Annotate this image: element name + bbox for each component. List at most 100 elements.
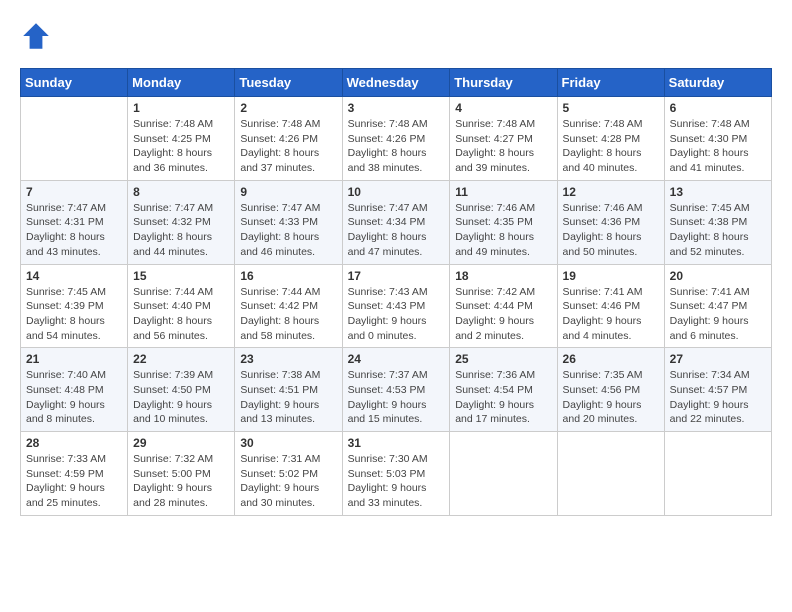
day-info: Sunrise: 7:46 AMSunset: 4:36 PMDaylight:…	[563, 201, 659, 260]
day-number: 8	[133, 185, 229, 199]
day-info: Sunrise: 7:45 AMSunset: 4:39 PMDaylight:…	[26, 285, 122, 344]
day-number: 14	[26, 269, 122, 283]
day-number: 9	[240, 185, 336, 199]
day-info: Sunrise: 7:48 AMSunset: 4:28 PMDaylight:…	[563, 117, 659, 176]
weekday-header-wednesday: Wednesday	[342, 69, 450, 97]
day-info: Sunrise: 7:47 AMSunset: 4:34 PMDaylight:…	[348, 201, 445, 260]
calendar-table: SundayMondayTuesdayWednesdayThursdayFrid…	[20, 68, 772, 516]
calendar-cell: 26 Sunrise: 7:35 AMSunset: 4:56 PMDayligh…	[557, 348, 664, 432]
day-info: Sunrise: 7:31 AMSunset: 5:02 PMDaylight:…	[240, 452, 336, 511]
day-number: 6	[670, 101, 766, 115]
day-info: Sunrise: 7:48 AMSunset: 4:26 PMDaylight:…	[240, 117, 336, 176]
calendar-cell: 25 Sunrise: 7:36 AMSunset: 4:54 PMDayligh…	[450, 348, 557, 432]
day-number: 11	[455, 185, 551, 199]
day-number: 18	[455, 269, 551, 283]
day-info: Sunrise: 7:48 AMSunset: 4:26 PMDaylight:…	[348, 117, 445, 176]
weekday-header-sunday: Sunday	[21, 69, 128, 97]
weekday-header-thursday: Thursday	[450, 69, 557, 97]
day-info: Sunrise: 7:42 AMSunset: 4:44 PMDaylight:…	[455, 285, 551, 344]
day-info: Sunrise: 7:30 AMSunset: 5:03 PMDaylight:…	[348, 452, 445, 511]
calendar-cell: 19Sunrise: 7:41 AMSunset: 4:46 PMDayligh…	[557, 264, 664, 348]
day-number: 17	[348, 269, 445, 283]
day-number: 25	[455, 352, 551, 366]
calendar-cell	[664, 432, 771, 516]
calendar-cell: 24 Sunrise: 7:37 AMSunset: 4:53 PMDayligh…	[342, 348, 450, 432]
day-info: Sunrise: 7:47 AMSunset: 4:31 PMDaylight:…	[26, 201, 122, 260]
calendar-cell: 8 Sunrise: 7:47 AMSunset: 4:32 PMDaylight…	[128, 180, 235, 264]
day-info: Sunrise: 7:39 AMSunset: 4:50 PMDaylight:…	[133, 368, 229, 427]
calendar-cell: 5 Sunrise: 7:48 AMSunset: 4:28 PMDaylight…	[557, 97, 664, 181]
weekday-header-row: SundayMondayTuesdayWednesdayThursdayFrid…	[21, 69, 772, 97]
day-info: Sunrise: 7:44 AMSunset: 4:42 PMDaylight:…	[240, 285, 336, 344]
logo-icon	[20, 20, 52, 52]
calendar-cell: 22 Sunrise: 7:39 AMSunset: 4:50 PMDayligh…	[128, 348, 235, 432]
calendar-cell: 16 Sunrise: 7:44 AMSunset: 4:42 PMDayligh…	[235, 264, 342, 348]
day-number: 22	[133, 352, 229, 366]
day-number: 16	[240, 269, 336, 283]
calendar-week-4: 21 Sunrise: 7:40 AMSunset: 4:48 PMDayligh…	[21, 348, 772, 432]
calendar-cell: 17 Sunrise: 7:43 AMSunset: 4:43 PMDayligh…	[342, 264, 450, 348]
day-info: Sunrise: 7:48 AMSunset: 4:25 PMDaylight:…	[133, 117, 229, 176]
day-number: 1	[133, 101, 229, 115]
weekday-header-saturday: Saturday	[664, 69, 771, 97]
day-info: Sunrise: 7:40 AMSunset: 4:48 PMDaylight:…	[26, 368, 122, 427]
calendar-cell: 2 Sunrise: 7:48 AMSunset: 4:26 PMDaylight…	[235, 97, 342, 181]
calendar-cell: 1 Sunrise: 7:48 AMSunset: 4:25 PMDaylight…	[128, 97, 235, 181]
day-number: 21	[26, 352, 122, 366]
day-info: Sunrise: 7:32 AMSunset: 5:00 PMDaylight:…	[133, 452, 229, 511]
calendar-cell: 23Sunrise: 7:38 AMSunset: 4:51 PMDayligh…	[235, 348, 342, 432]
day-number: 5	[563, 101, 659, 115]
calendar-cell: 11 Sunrise: 7:46 AMSunset: 4:35 PMDayligh…	[450, 180, 557, 264]
day-info: Sunrise: 7:47 AMSunset: 4:32 PMDaylight:…	[133, 201, 229, 260]
calendar-cell: 9 Sunrise: 7:47 AMSunset: 4:33 PMDaylight…	[235, 180, 342, 264]
calendar-cell: 3Sunrise: 7:48 AMSunset: 4:26 PMDaylight…	[342, 97, 450, 181]
calendar-cell: 28 Sunrise: 7:33 AMSunset: 4:59 PMDayligh…	[21, 432, 128, 516]
calendar-cell	[21, 97, 128, 181]
day-info: Sunrise: 7:45 AMSunset: 4:38 PMDaylight:…	[670, 201, 766, 260]
day-number: 23	[240, 352, 336, 366]
calendar-cell	[557, 432, 664, 516]
day-info: Sunrise: 7:34 AMSunset: 4:57 PMDaylight:…	[670, 368, 766, 427]
day-info: Sunrise: 7:36 AMSunset: 4:54 PMDaylight:…	[455, 368, 551, 427]
day-number: 10	[348, 185, 445, 199]
calendar-cell: 21 Sunrise: 7:40 AMSunset: 4:48 PMDayligh…	[21, 348, 128, 432]
calendar-cell: 31 Sunrise: 7:30 AMSunset: 5:03 PMDayligh…	[342, 432, 450, 516]
calendar-cell: 7 Sunrise: 7:47 AMSunset: 4:31 PMDaylight…	[21, 180, 128, 264]
day-number: 28	[26, 436, 122, 450]
calendar-cell: 15Sunrise: 7:44 AMSunset: 4:40 PMDayligh…	[128, 264, 235, 348]
calendar-cell: 6 Sunrise: 7:48 AMSunset: 4:30 PMDaylight…	[664, 97, 771, 181]
day-info: Sunrise: 7:43 AMSunset: 4:43 PMDaylight:…	[348, 285, 445, 344]
day-number: 26	[563, 352, 659, 366]
day-info: Sunrise: 7:48 AMSunset: 4:30 PMDaylight:…	[670, 117, 766, 176]
day-number: 13	[670, 185, 766, 199]
day-number: 20	[670, 269, 766, 283]
calendar-cell: 29 Sunrise: 7:32 AMSunset: 5:00 PMDayligh…	[128, 432, 235, 516]
weekday-header-friday: Friday	[557, 69, 664, 97]
day-info: Sunrise: 7:37 AMSunset: 4:53 PMDaylight:…	[348, 368, 445, 427]
day-info: Sunrise: 7:33 AMSunset: 4:59 PMDaylight:…	[26, 452, 122, 511]
calendar-cell: 18 Sunrise: 7:42 AMSunset: 4:44 PMDayligh…	[450, 264, 557, 348]
calendar-cell: 12Sunrise: 7:46 AMSunset: 4:36 PMDayligh…	[557, 180, 664, 264]
calendar-cell: 10 Sunrise: 7:47 AMSunset: 4:34 PMDayligh…	[342, 180, 450, 264]
day-number: 31	[348, 436, 445, 450]
day-number: 7	[26, 185, 122, 199]
calendar-cell: 4Sunrise: 7:48 AMSunset: 4:27 PMDaylight…	[450, 97, 557, 181]
calendar-week-1: 1 Sunrise: 7:48 AMSunset: 4:25 PMDaylight…	[21, 97, 772, 181]
weekday-header-monday: Monday	[128, 69, 235, 97]
logo	[20, 20, 56, 52]
calendar-week-2: 7 Sunrise: 7:47 AMSunset: 4:31 PMDaylight…	[21, 180, 772, 264]
day-number: 19	[563, 269, 659, 283]
calendar-cell: 27 Sunrise: 7:34 AMSunset: 4:57 PMDayligh…	[664, 348, 771, 432]
day-number: 27	[670, 352, 766, 366]
calendar-week-3: 14 Sunrise: 7:45 AMSunset: 4:39 PMDayligh…	[21, 264, 772, 348]
day-info: Sunrise: 7:44 AMSunset: 4:40 PMDaylight:…	[133, 285, 229, 344]
day-number: 24	[348, 352, 445, 366]
calendar-week-5: 28 Sunrise: 7:33 AMSunset: 4:59 PMDayligh…	[21, 432, 772, 516]
day-info: Sunrise: 7:46 AMSunset: 4:35 PMDaylight:…	[455, 201, 551, 260]
day-number: 29	[133, 436, 229, 450]
day-number: 4	[455, 101, 551, 115]
day-info: Sunrise: 7:47 AMSunset: 4:33 PMDaylight:…	[240, 201, 336, 260]
day-info: Sunrise: 7:35 AMSunset: 4:56 PMDaylight:…	[563, 368, 659, 427]
page-header	[20, 20, 772, 52]
day-number: 2	[240, 101, 336, 115]
